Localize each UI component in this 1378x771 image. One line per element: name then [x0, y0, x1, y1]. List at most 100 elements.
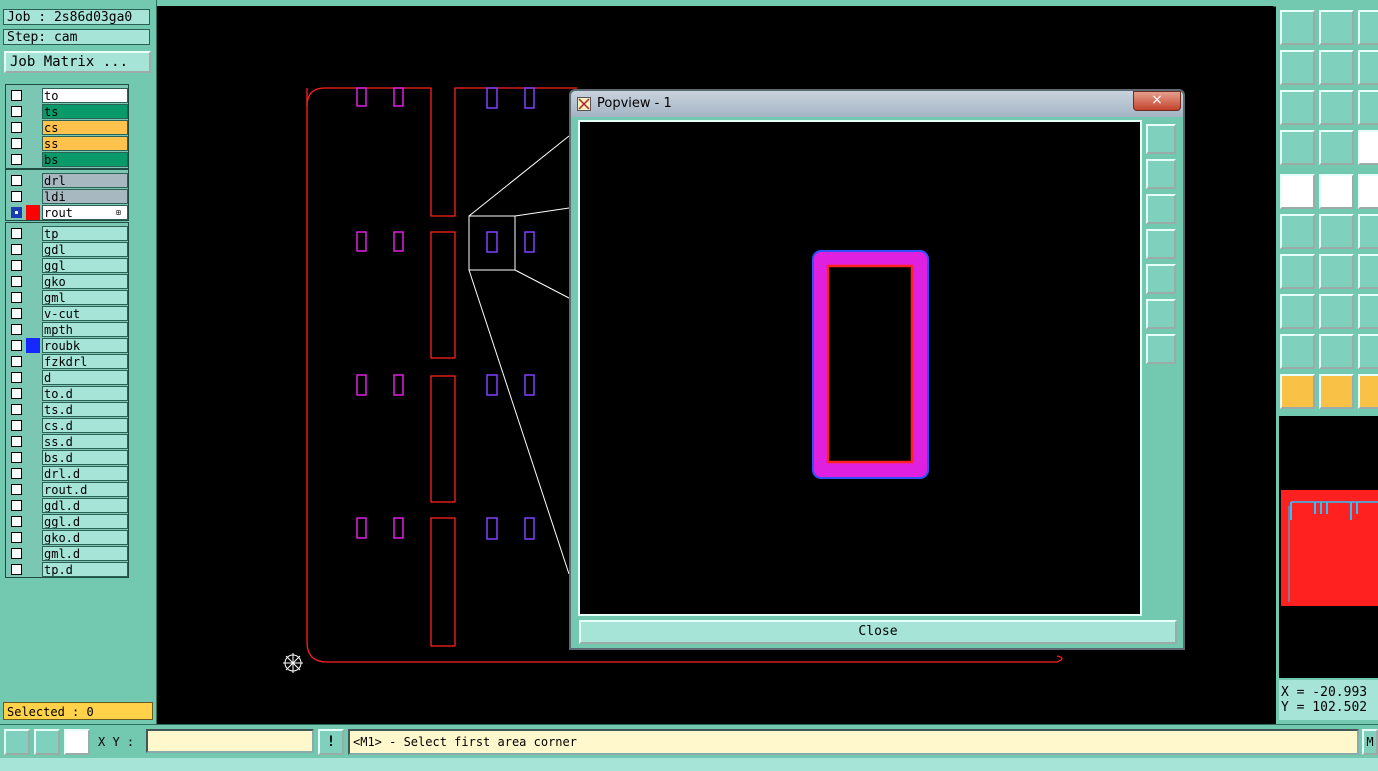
layer-name[interactable]: tp	[42, 226, 128, 241]
layer-row-ts[interactable]: ts	[6, 104, 128, 119]
layer-name[interactable]: ts	[42, 104, 128, 119]
layer-checkbox[interactable]	[11, 404, 22, 415]
layer-name[interactable]: v-cut	[42, 306, 128, 321]
layer-row-drl-d[interactable]: drl.d	[6, 466, 128, 481]
pad-icon[interactable]	[1280, 294, 1315, 329]
layer-name[interactable]: ts.d	[42, 402, 128, 417]
layer-checkbox[interactable]	[11, 276, 22, 287]
grid-icon[interactable]	[1319, 130, 1354, 165]
layer-name[interactable]: tp.d	[42, 562, 128, 577]
layer-name[interactable]: bs	[42, 152, 128, 167]
pan-right-icon[interactable]	[1146, 264, 1176, 294]
layer-row-roubk[interactable]: roubk	[6, 338, 128, 353]
layer-row-to-d[interactable]: to.d	[6, 386, 128, 401]
layer-name[interactable]: to.d	[42, 386, 128, 401]
layer-name[interactable]: mpth	[42, 322, 128, 337]
layer-row-drl[interactable]: drl	[6, 173, 128, 188]
layer-name[interactable]: fzkdrl	[42, 354, 128, 369]
layer-checkbox[interactable]	[11, 388, 22, 399]
layer-checkbox[interactable]	[11, 548, 22, 559]
grid-snap-icon[interactable]	[64, 729, 90, 755]
angle-icon[interactable]	[1280, 254, 1315, 289]
mini-map[interactable]	[1279, 416, 1378, 678]
measure-line-icon[interactable]	[34, 729, 60, 755]
layer-checkbox[interactable]	[11, 260, 22, 271]
node-icon[interactable]	[1280, 214, 1315, 249]
layer-checkbox[interactable]	[11, 324, 22, 335]
layer-row-ss-d[interactable]: ss.d	[6, 434, 128, 449]
peak-icon[interactable]	[1319, 334, 1354, 369]
layer-row-ggl-d[interactable]: ggl.d	[6, 514, 128, 529]
layer-row-gko-d[interactable]: gko.d	[6, 530, 128, 545]
layer-checkbox[interactable]	[11, 500, 22, 511]
layer-row-cs-d[interactable]: cs.d	[6, 418, 128, 433]
pointer-circle-icon[interactable]	[1358, 374, 1378, 409]
arrow-icon[interactable]	[1358, 294, 1378, 329]
dimension-icon[interactable]	[1358, 254, 1378, 289]
layer-row-tp-d[interactable]: tp.d	[6, 562, 128, 577]
snap-icon[interactable]	[1358, 130, 1378, 165]
layer-name[interactable]: drl.d	[42, 466, 128, 481]
layer-name[interactable]: gko.d	[42, 530, 128, 545]
layer-row-d[interactable]: d	[6, 370, 128, 385]
layer-checkbox[interactable]	[11, 564, 22, 575]
layer-row-mpth[interactable]: mpth	[6, 322, 128, 337]
layer-row-gdl-d[interactable]: gdl.d	[6, 498, 128, 513]
layer-row-ts-d[interactable]: ts.d	[6, 402, 128, 417]
layer-name[interactable]: ldi	[42, 189, 128, 204]
layer-checkbox[interactable]	[11, 516, 22, 527]
mode-button[interactable]: M	[1362, 729, 1378, 755]
layer-name[interactable]: cs.d	[42, 418, 128, 433]
layer-checkbox[interactable]	[11, 468, 22, 479]
layer-checkbox[interactable]	[11, 436, 22, 447]
letter-a-icon[interactable]	[1358, 334, 1378, 369]
layer-name[interactable]: d	[42, 370, 128, 385]
layer-name[interactable]: gdl	[42, 242, 128, 257]
link-icon[interactable]	[1358, 214, 1378, 249]
layer-checkbox[interactable]	[11, 340, 22, 351]
pan-left-icon[interactable]	[1280, 50, 1315, 85]
layer-row-cs[interactable]: cs	[6, 120, 128, 135]
layer-name[interactable]: ggl	[42, 258, 128, 273]
layer-name[interactable]: roubk	[42, 338, 128, 353]
layer-checkbox[interactable]	[11, 452, 22, 463]
layer-name[interactable]: gml	[42, 290, 128, 305]
job-matrix-button[interactable]: Job Matrix ...	[4, 51, 151, 73]
layer-checkbox[interactable]	[11, 122, 22, 133]
undo-icon[interactable]	[1358, 50, 1378, 85]
layer-row-gdl[interactable]: gdl	[6, 242, 128, 257]
layer-row-v-cut[interactable]: v-cut	[6, 306, 128, 321]
layer-name[interactable]: gko	[42, 274, 128, 289]
layer-row-gml-d[interactable]: gml.d	[6, 546, 128, 561]
layer-name[interactable]: gml.d	[42, 546, 128, 561]
layer-checkbox[interactable]	[11, 420, 22, 431]
scale-icon[interactable]	[1358, 90, 1378, 125]
layer-row-rout-d[interactable]: rout.d	[6, 482, 128, 497]
zoom-center-icon[interactable]	[1146, 334, 1176, 364]
layer-checkbox[interactable]	[11, 90, 22, 101]
layer-row-rout[interactable]: rout ⊞	[6, 205, 128, 220]
pan-right-icon[interactable]	[1319, 50, 1354, 85]
zoom-home-alt-icon[interactable]	[1319, 10, 1354, 45]
zoom-fit-icon[interactable]	[1146, 299, 1176, 329]
layer-name[interactable]: cs	[42, 120, 128, 135]
line-icon[interactable]	[1319, 254, 1354, 289]
zoom-fit-icon[interactable]	[1280, 90, 1315, 125]
zoom-home-icon[interactable]	[1280, 10, 1315, 45]
layer-name[interactable]: rout.d	[42, 482, 128, 497]
close-icon[interactable]: ×	[1133, 91, 1181, 111]
pointer-icon[interactable]	[1280, 374, 1315, 409]
layer-checkbox[interactable]	[11, 207, 22, 218]
layer-checkbox[interactable]	[11, 138, 22, 149]
layer-name[interactable]: ss.d	[42, 434, 128, 449]
segment-icon[interactable]	[1319, 294, 1354, 329]
ruler-icon[interactable]	[1358, 174, 1378, 209]
pan-down-icon[interactable]	[1146, 194, 1176, 224]
pointer-box-icon[interactable]	[1319, 374, 1354, 409]
layer-row-to[interactable]: to	[6, 88, 128, 103]
layer-row-ldi[interactable]: ldi	[6, 189, 128, 204]
layer-checkbox[interactable]	[11, 532, 22, 543]
layer-row-gml[interactable]: gml	[6, 290, 128, 305]
alert-button[interactable]: !	[318, 729, 344, 755]
layer-row-fzkdrl[interactable]: fzkdrl	[6, 354, 128, 369]
